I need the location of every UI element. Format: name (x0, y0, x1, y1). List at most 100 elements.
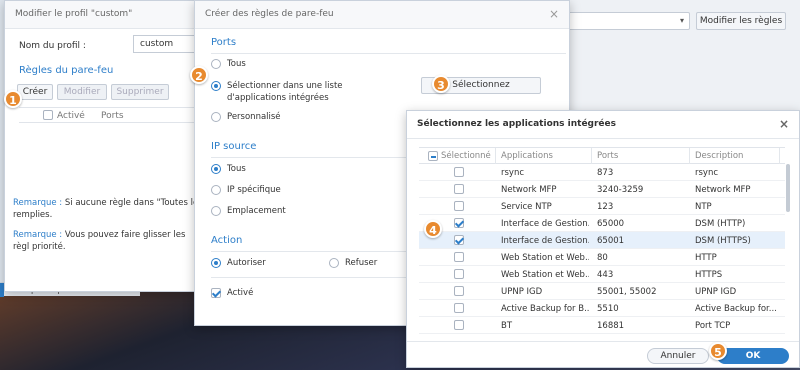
delete-button[interactable]: Supprimer (111, 84, 169, 100)
option-label: Emplacement (227, 206, 286, 216)
table-row[interactable]: BT 16881 Port TCP (419, 317, 785, 334)
ports-custom-option[interactable]: Personnalisé (211, 112, 281, 123)
radio-button[interactable] (211, 59, 221, 69)
cell-app: Interface de Gestion... (501, 219, 589, 229)
create-button[interactable]: Créer (17, 84, 53, 100)
option-label: Personnalisé (227, 112, 281, 122)
radio-button-selected[interactable] (211, 81, 221, 91)
ports-all-option[interactable]: Tous (211, 59, 246, 70)
ok-button[interactable]: OK (717, 348, 789, 364)
cell-app: Interface de Gestion... (501, 236, 589, 246)
cell-ports: 80 (597, 253, 608, 263)
enabled-option[interactable]: Activé (211, 288, 253, 299)
close-icon[interactable]: × (779, 117, 789, 131)
radio-button[interactable] (211, 112, 221, 122)
cell-desc: Network MFP (695, 185, 751, 195)
cell-app: UPNP IGD (501, 287, 543, 297)
window-title: Créer des règles de pare-feu × (195, 1, 569, 29)
radio-button-selected[interactable] (211, 258, 221, 268)
cell-app: Active Backup for B... (501, 304, 589, 314)
table-row[interactable]: Interface de Gestion... 65001 DSM (HTTPS) (419, 232, 785, 249)
cell-ports: 873 (597, 168, 614, 178)
action-deny-option[interactable]: Refuser (329, 258, 377, 269)
source-all-option[interactable]: Tous (211, 164, 246, 175)
remark-label: Remarque : (13, 230, 63, 240)
table-row[interactable]: Service NTP 123 NTP (419, 198, 785, 215)
radio-button[interactable] (211, 206, 221, 216)
source-specific-ip-option[interactable]: IP spécifique (211, 185, 281, 196)
cell-desc: Port TCP (695, 321, 731, 331)
step-badge-5: 5 (709, 342, 727, 360)
column-divider (779, 148, 780, 164)
scrollbar-thumb[interactable] (786, 164, 790, 212)
option-label: Sélectionner dans une liste d'applicatio… (227, 81, 343, 103)
cell-app: BT (501, 321, 513, 331)
cancel-button[interactable]: Annuler (647, 348, 709, 364)
profile-name-input[interactable]: custom (133, 35, 201, 53)
row-checkbox[interactable] (454, 218, 464, 228)
row-checkbox[interactable] (454, 320, 464, 330)
table-row[interactable]: Interface de Gestion... 65000 DSM (HTTP) (419, 215, 785, 232)
window-title-text: Sélectionnez les applications intégrées (417, 119, 616, 129)
ports-list-option[interactable]: Sélectionner dans une liste d'applicatio… (211, 80, 411, 104)
table-row[interactable]: Web Station et Web... 443 HTTPS (419, 266, 785, 283)
select-all-checkbox[interactable] (43, 110, 53, 120)
rules-table-header: Activé Ports (19, 107, 201, 123)
table-row[interactable]: Web Station et Web... 80 HTTP (419, 249, 785, 266)
modify-button[interactable]: Modifier (57, 84, 107, 100)
enabled-checkbox[interactable] (211, 288, 221, 298)
action-allow-option[interactable]: Autoriser (211, 258, 266, 269)
row-checkbox[interactable] (454, 286, 464, 296)
remark-label: Remarque : (13, 198, 63, 208)
cell-app: Service NTP (501, 202, 552, 212)
close-icon[interactable]: × (549, 7, 559, 21)
rules-section-title: Règles du pare-feu (19, 65, 114, 76)
cell-app: Network MFP (501, 185, 557, 195)
table-row[interactable]: Active Backup for B... 5510 Active Backup … (419, 300, 785, 317)
cell-ports: 16881 (597, 321, 625, 331)
select-apps-window: Sélectionnez les applications intégrées … (406, 110, 800, 368)
select-all-checkbox[interactable] (428, 151, 438, 161)
row-checkbox[interactable] (454, 167, 464, 177)
row-checkbox[interactable] (454, 303, 464, 313)
table-row[interactable]: UPNP IGD 55001, 55002 UPNP IGD (419, 283, 785, 300)
cell-ports: 55001, 55002 (597, 287, 657, 297)
cell-desc: HTTPS (695, 270, 723, 280)
row-checkbox[interactable] (454, 252, 464, 262)
action-section-title: Action (211, 235, 243, 246)
row-checkbox[interactable] (454, 201, 464, 211)
cell-desc: NTP (695, 202, 712, 212)
window-title: Modifier le profil "custom" (5, 1, 199, 29)
column-divider (689, 148, 690, 164)
profile-name-label: Nom du profil : (19, 41, 86, 51)
cell-ports: 123 (597, 202, 614, 212)
remark-1: Remarque : Si aucune règle dans "Toutes … (13, 197, 203, 221)
profile-select[interactable]: ▾ (568, 12, 690, 30)
modify-rules-button[interactable]: Modifier les règles (696, 12, 786, 30)
edit-profile-window: Modifier le profil "custom" Nom du profi… (4, 0, 203, 292)
table-row[interactable]: Network MFP 3240-3259 Network MFP (419, 181, 785, 198)
row-checkbox[interactable] (454, 235, 464, 245)
scrollbar[interactable] (785, 164, 791, 354)
radio-button-selected[interactable] (211, 164, 221, 174)
cell-ports: 65001 (597, 236, 625, 246)
step-badge-4: 4 (424, 220, 442, 238)
window-title-text: Créer des règles de pare-feu (205, 9, 334, 19)
source-location-option[interactable]: Emplacement (211, 206, 286, 217)
radio-button[interactable] (329, 258, 339, 268)
column-ports: Ports (101, 111, 124, 121)
remark-2: Remarque : Vous pouvez faire glisser les… (13, 229, 203, 253)
option-label: IP spécifique (227, 185, 281, 195)
cell-desc: HTTP (695, 253, 717, 263)
column-divider (591, 148, 592, 164)
radio-button[interactable] (211, 185, 221, 195)
column-divider (495, 148, 496, 164)
source-section-title: IP source (211, 141, 257, 152)
cell-ports: 5510 (597, 304, 619, 314)
row-checkbox[interactable] (454, 184, 464, 194)
column-selected: Sélectionné (441, 151, 491, 161)
window-title: Sélectionnez les applications intégrées … (407, 111, 799, 139)
cell-ports: 443 (597, 270, 614, 280)
row-checkbox[interactable] (454, 269, 464, 279)
table-row[interactable]: rsync 873 rsync (419, 164, 785, 181)
